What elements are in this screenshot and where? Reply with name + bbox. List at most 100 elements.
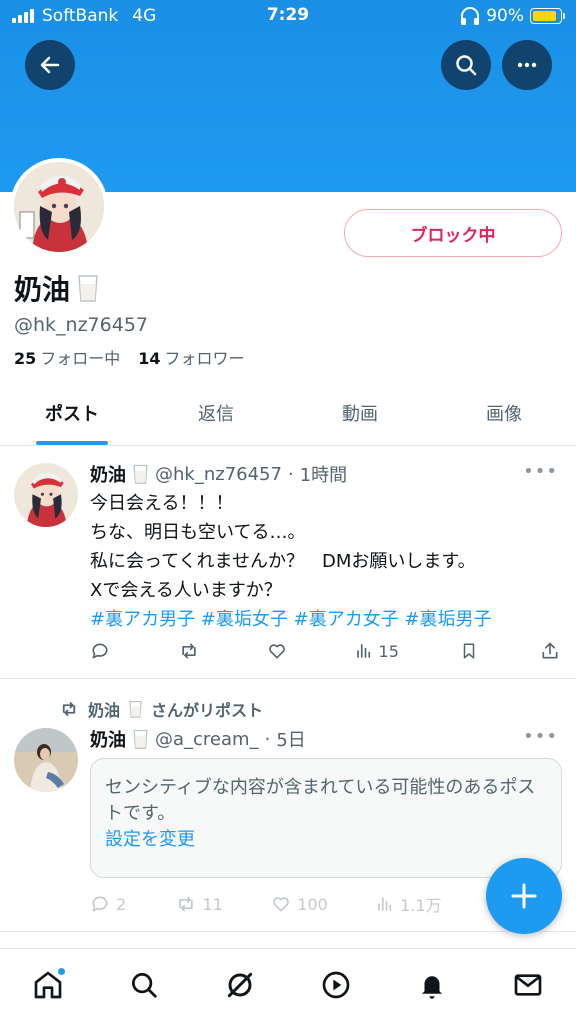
repost-suffix: さんがリポスト — [151, 701, 264, 720]
reply-button[interactable]: 2 — [90, 894, 126, 914]
battery-percent: 90% — [486, 6, 524, 26]
bell-icon — [422, 975, 442, 999]
play-icon — [322, 971, 350, 998]
back-button[interactable] — [25, 40, 75, 90]
views-icon — [356, 644, 370, 658]
more-button[interactable] — [502, 40, 552, 90]
followers-count: 14 — [138, 349, 161, 368]
views-button[interactable]: 1.1万 — [376, 892, 442, 916]
milk-glass-icon — [133, 464, 148, 484]
search-icon — [132, 972, 157, 998]
tab-videos[interactable]: 動画 — [288, 384, 432, 445]
bookmark-button[interactable] — [460, 641, 478, 661]
arrow-left-icon — [40, 56, 60, 74]
retweet-icon — [178, 896, 193, 912]
change-settings-link[interactable]: 設定を変更 — [105, 827, 547, 853]
compose-button[interactable] — [486, 858, 562, 934]
views-count: 1.1万 — [400, 896, 442, 915]
battery-icon — [530, 8, 565, 24]
profile-tabs: ポスト 返信 動画 画像 — [0, 384, 576, 446]
tweet-author-name[interactable]: 奶油 — [90, 726, 126, 752]
tweet-avatar[interactable] — [14, 463, 78, 527]
nav-messages[interactable] — [504, 961, 552, 1009]
like-count: 100 — [297, 894, 328, 914]
nav-search[interactable] — [120, 961, 168, 1009]
plus-icon — [511, 883, 537, 909]
bottom-nav — [0, 948, 576, 1024]
milk-glass-icon — [133, 729, 148, 749]
tweet-header: 奶油 @a_cream_ · 5日 — [90, 726, 306, 752]
status-bar: SoftBank 4G 7:29 90% — [0, 0, 576, 34]
profile-name-text: 奶油 — [14, 273, 71, 306]
tweet-text-line: 私に会ってくれませんか？ DMお願いします。 — [90, 551, 476, 572]
tweet-avatar[interactable] — [14, 728, 78, 792]
tweet-time[interactable]: 5日 — [276, 726, 305, 752]
avatar-image — [14, 463, 78, 527]
repost-name[interactable]: 奶油 — [88, 697, 120, 721]
tweet-text: 今日会える！！！ ちな、明日も空いてる…。 私に会ってくれませんか？ DMお願い… — [90, 489, 492, 634]
tab-replies[interactable]: 返信 — [144, 384, 288, 445]
tweet-text-line: Xで会える人いますか？ — [90, 580, 282, 601]
retweet-button[interactable]: 11 — [175, 894, 223, 914]
tweet-header: 奶油 @hk_nz76457 · 1時間 — [90, 461, 347, 487]
grok-icon — [227, 972, 253, 997]
share-icon — [542, 642, 558, 659]
nav-grok[interactable] — [216, 961, 264, 1009]
tweet-author-handle[interactable]: @hk_nz76457 — [155, 464, 282, 485]
following-label: フォロー中 — [40, 349, 121, 368]
views-button[interactable]: 15 — [355, 642, 399, 661]
tweet-actions: 15 — [90, 639, 560, 663]
separator-dot: · — [287, 463, 294, 485]
reply-icon — [92, 896, 108, 912]
tweet-time[interactable]: 1時間 — [300, 461, 347, 487]
like-button[interactable] — [267, 641, 293, 661]
notification-dot — [57, 966, 66, 976]
share-button[interactable] — [540, 641, 560, 661]
tweet-author-name[interactable]: 奶油 — [90, 461, 126, 487]
tweet-more-button[interactable]: ••• — [523, 726, 558, 747]
follow-stats: 25 フォロー中 14 フォロワー — [14, 345, 245, 369]
avatar-image — [14, 728, 78, 792]
retweet-count: 11 — [202, 894, 223, 914]
tweet-hashtags[interactable]: #裏アカ男子 #裏垢女子 #裏アカ女子 #裏垢男子 — [90, 605, 492, 634]
nav-notifications[interactable] — [408, 961, 456, 1009]
search-icon — [456, 55, 477, 76]
reply-icon — [92, 643, 108, 659]
tweet[interactable]: 奶油 @hk_nz76457 · 1時間 ••• 今日会える！！！ ちな、明日も… — [0, 447, 576, 679]
nav-home[interactable] — [24, 961, 72, 1009]
bookmark-icon — [464, 643, 475, 659]
tab-posts[interactable]: ポスト — [0, 384, 144, 445]
more-dots-icon — [517, 62, 537, 68]
retweet-button[interactable] — [178, 641, 206, 661]
tab-images[interactable]: 画像 — [432, 384, 576, 445]
repost-indicator: 奶油 さんがリポスト — [58, 697, 263, 721]
followers-link[interactable]: 14 フォロワー — [138, 345, 244, 369]
milk-glass-icon — [129, 700, 142, 718]
profile-avatar[interactable] — [10, 158, 108, 256]
retweet-icon — [62, 702, 76, 716]
blocked-button[interactable]: ブロック中 — [344, 209, 562, 257]
search-button[interactable] — [441, 40, 491, 90]
sensitive-content-notice: センシティブな内容が含まれている可能性のあるポストです。 設定を変更 — [90, 758, 562, 878]
milk-glass-icon — [78, 275, 98, 302]
following-count: 25 — [14, 349, 37, 368]
headphones-icon — [461, 7, 480, 25]
heart-icon — [269, 644, 285, 659]
tweet-more-button[interactable]: ••• — [523, 461, 558, 482]
reply-count: 2 — [116, 894, 127, 914]
separator-dot: · — [264, 728, 271, 750]
profile-display-name: 奶油 — [14, 268, 100, 308]
tweet-text-line: 今日会える！！！ — [90, 493, 234, 514]
retweet-icon — [181, 643, 196, 659]
heart-icon — [273, 897, 290, 912]
nav-video[interactable] — [312, 961, 360, 1009]
avatar-image — [14, 162, 104, 252]
views-icon — [378, 897, 392, 911]
mail-icon — [514, 973, 542, 996]
reply-button[interactable] — [90, 641, 116, 661]
like-button[interactable]: 100 — [271, 894, 328, 914]
following-link[interactable]: 25 フォロー中 — [14, 345, 120, 369]
views-count: 15 — [378, 641, 399, 661]
tweet-text-line: ちな、明日も空いてる…。 — [90, 522, 306, 543]
tweet-author-handle[interactable]: @a_cream_ — [155, 729, 259, 750]
